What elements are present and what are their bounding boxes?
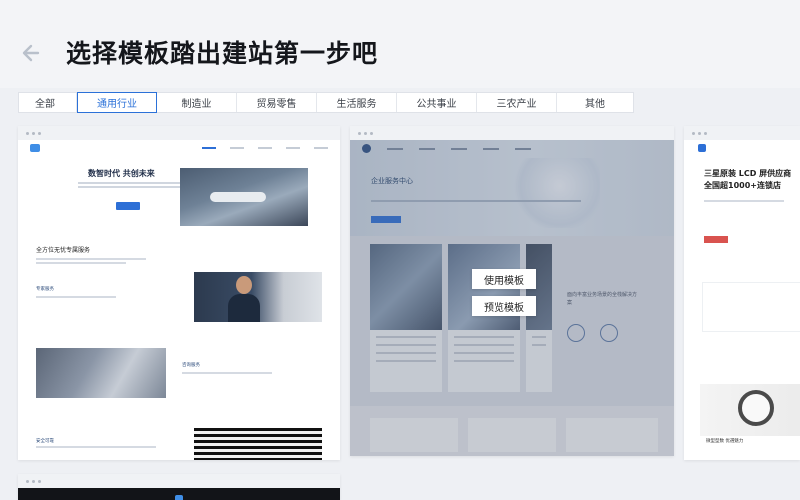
card-caption: 微型型数 优選魅力 [706, 439, 744, 444]
card-window-bar [18, 474, 340, 488]
use-template-button[interactable]: 使用模板 [472, 269, 536, 289]
tab-trade-retail[interactable]: 贸易零售 [237, 93, 317, 112]
tab-manufacturing[interactable]: 制造业 [157, 93, 237, 112]
card-hero-button [704, 236, 728, 243]
tab-other[interactable]: 其他 [557, 93, 633, 112]
card-hero-subtitle [78, 182, 193, 184]
card-hero-button [116, 202, 140, 210]
page-header: 选择模板踏出建站第一步吧 [0, 0, 800, 88]
tab-public-utilities[interactable]: 公共事业 [397, 93, 477, 112]
card-label: 专家服务 [36, 287, 54, 292]
card-window-bar [350, 126, 674, 140]
card-hero-title: 数智时代 共创未来 [88, 169, 155, 178]
card-nav [18, 140, 340, 156]
card-window-bar [684, 126, 800, 140]
watch-image [700, 384, 800, 436]
template-card-2[interactable]: 企业服务中心 面向丰富业务场景的全栈解决方案 使用模板 预览模板 [350, 126, 674, 456]
logo-icon [698, 144, 706, 152]
category-tabs: 全部 通用行业 制造业 贸易零售 生活服务 公共事业 三农产业 其他 [18, 92, 634, 113]
airplane-image [180, 168, 308, 226]
card-label: 安全可靠 [36, 439, 54, 444]
tab-agriculture[interactable]: 三农产业 [477, 93, 557, 112]
card-hero-title: 三星原装 LCD 屏供应商 全国超1000+连锁店 [704, 169, 792, 190]
tab-life-services[interactable]: 生活服务 [317, 93, 397, 112]
template-card-3[interactable]: 三星原装 LCD 屏供应商 全国超1000+连锁店 微型型数 优選魅力 [684, 126, 800, 460]
tab-all[interactable]: 全部 [19, 93, 77, 112]
logo-icon [175, 494, 183, 500]
feature-box [702, 282, 800, 332]
page-title: 选择模板踏出建站第一步吧 [66, 39, 379, 68]
logo-icon [30, 144, 40, 152]
tab-general-industry[interactable]: 通用行业 [77, 92, 157, 113]
back-arrow-icon[interactable] [18, 38, 48, 68]
card-window-bar [18, 126, 340, 140]
handshake-image [194, 428, 322, 460]
card-label: 咨询服务 [182, 363, 200, 368]
template-card-4[interactable] [18, 474, 340, 500]
hands-image [36, 348, 166, 398]
person-image [194, 272, 322, 322]
card-section-title: 全方位无忧专属服务 [36, 247, 91, 254]
preview-template-button[interactable]: 预览模板 [472, 296, 536, 316]
template-card-1[interactable]: 数智时代 共创未来 全方位无忧专属服务 专家服务 咨询服务 安全可靠 [18, 126, 340, 460]
